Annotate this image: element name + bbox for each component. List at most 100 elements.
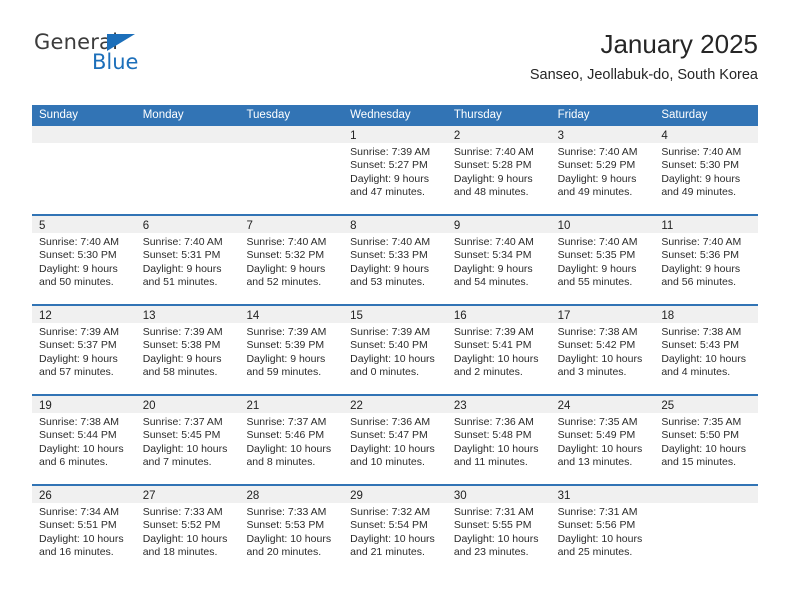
day-detail-line: and 47 minutes. [350, 186, 425, 199]
day-number-band: 16 [446, 306, 551, 323]
day-number-band: 6 [135, 216, 240, 233]
day-detail-line: Sunrise: 7:31 AM [453, 506, 534, 518]
day-detail-line: and 23 minutes. [453, 546, 529, 559]
day-detail-line: Sunset: 5:35 PM [557, 249, 636, 262]
day-cell-30[interactable]: 30 Sunrise: 7:31 AM Sunset: 5:55 PM Dayligh… [446, 486, 551, 574]
day-detail-line: and 48 minutes. [453, 186, 529, 199]
day-detail-line: Daylight: 10 hours [246, 532, 332, 545]
day-cell-7[interactable]: 7 Sunrise: 7:40 AM Sunset: 5:32 PM Daylight… [239, 216, 344, 304]
calendar-week-row: 1 Sunrise: 7:39 AM Sunset: 5:27 PM Daylight… [32, 126, 759, 214]
day-cell-17[interactable]: 17 Sunrise: 7:38 AM Sunset: 5:42 PM Dayligh… [550, 306, 655, 394]
day-detail-line: and 0 minutes. [350, 366, 420, 379]
day-detail-line: and 10 minutes. [350, 456, 425, 469]
day-cell-2[interactable]: 2 Sunrise: 7:40 AM Sunset: 5:28 PM Daylight… [446, 126, 551, 214]
day-number-band [239, 126, 344, 143]
day-detail-line: and 15 minutes. [661, 456, 737, 469]
day-number-band: 5 [32, 216, 136, 233]
day-details: Sunrise: 7:34 AM Sunset: 5:51 PM Daylight:… [32, 503, 136, 560]
day-details: Sunrise: 7:40 AM Sunset: 5:30 PM Daylight:… [654, 143, 758, 200]
day-details: Sunrise: 7:40 AM Sunset: 5:31 PM Daylight:… [136, 233, 240, 290]
day-detail-line: and 16 minutes. [39, 546, 114, 559]
day-detail-line: Daylight: 10 hours [142, 532, 228, 545]
day-detail-line: Daylight: 9 hours [350, 172, 429, 185]
day-number: 10 [557, 220, 571, 232]
day-detail-line: Sunrise: 7:33 AM [142, 506, 223, 518]
day-number-band: 3 [550, 126, 655, 143]
day-detail-line: Sunset: 5:47 PM [350, 429, 428, 442]
day-number-band: 24 [550, 396, 655, 413]
day-cell-16[interactable]: 16 Sunrise: 7:39 AM Sunset: 5:41 PM Dayligh… [446, 306, 551, 394]
day-cell-22[interactable]: 22 Sunrise: 7:36 AM Sunset: 5:47 PM Dayligh… [343, 396, 447, 484]
day-detail-line: Sunset: 5:55 PM [453, 519, 532, 532]
day-detail-line: and 18 minutes. [142, 546, 218, 559]
day-cell-6[interactable]: 6 Sunrise: 7:40 AM Sunset: 5:31 PM Daylight… [135, 216, 240, 304]
day-cell-4[interactable]: 4 Sunrise: 7:40 AM Sunset: 5:30 PM Daylight… [654, 126, 759, 214]
day-detail-line: Sunrise: 7:40 AM [661, 236, 742, 248]
day-cell-31[interactable]: 31 Sunrise: 7:31 AM Sunset: 5:56 PM Dayligh… [550, 486, 655, 574]
weekday-header-sunday: Sunday [39, 109, 79, 121]
day-detail-line: and 20 minutes. [246, 546, 322, 559]
day-detail-line: Sunset: 5:40 PM [350, 339, 428, 352]
day-detail-line: Sunrise: 7:40 AM [453, 236, 534, 248]
day-detail-line: Sunrise: 7:40 AM [557, 236, 638, 248]
day-detail-line: Sunset: 5:29 PM [557, 159, 636, 172]
day-detail-line: Sunrise: 7:39 AM [39, 326, 119, 338]
day-number: 27 [142, 490, 156, 502]
day-number-band: 8 [343, 216, 447, 233]
day-cell-29[interactable]: 29 Sunrise: 7:32 AM Sunset: 5:54 PM Dayligh… [343, 486, 447, 574]
day-cell-21[interactable]: 21 Sunrise: 7:37 AM Sunset: 5:46 PM Dayligh… [239, 396, 344, 484]
day-number-band: 10 [550, 216, 655, 233]
day-cell-3[interactable]: 3 Sunrise: 7:40 AM Sunset: 5:29 PM Daylight… [550, 126, 655, 214]
day-detail-line: Daylight: 10 hours [246, 442, 332, 455]
day-cell-15[interactable]: 15 Sunrise: 7:39 AM Sunset: 5:40 PM Dayligh… [343, 306, 447, 394]
day-cell-14[interactable]: 14 Sunrise: 7:39 AM Sunset: 5:39 PM Dayligh… [239, 306, 344, 394]
day-cell-20[interactable]: 20 Sunrise: 7:37 AM Sunset: 5:45 PM Dayligh… [135, 396, 240, 484]
day-detail-line: Daylight: 10 hours [39, 442, 124, 455]
day-cell-13[interactable]: 13 Sunrise: 7:39 AM Sunset: 5:38 PM Dayligh… [135, 306, 240, 394]
brand-logo[interactable]: General Blue [32, 28, 252, 88]
day-detail-line: Daylight: 10 hours [661, 442, 746, 455]
day-detail-line: Sunset: 5:53 PM [246, 519, 325, 532]
day-cell-24[interactable]: 24 Sunrise: 7:35 AM Sunset: 5:49 PM Dayligh… [550, 396, 655, 484]
day-detail-line: Daylight: 9 hours [350, 262, 429, 275]
day-cell-8[interactable]: 8 Sunrise: 7:40 AM Sunset: 5:33 PM Daylight… [343, 216, 447, 304]
day-detail-line: Sunrise: 7:32 AM [350, 506, 431, 518]
day-number-band: 27 [135, 486, 240, 503]
day-detail-line: Sunrise: 7:40 AM [246, 236, 327, 248]
day-cell-25[interactable]: 25 Sunrise: 7:35 AM Sunset: 5:50 PM Dayligh… [654, 396, 759, 484]
day-details: Sunrise: 7:40 AM Sunset: 5:35 PM Daylight:… [551, 233, 655, 290]
calendar-grid: Sunday Monday Tuesday Wednesday Thursday Frid… [32, 105, 759, 574]
day-number: 21 [246, 400, 260, 412]
day-cell-19[interactable]: 19 Sunrise: 7:38 AM Sunset: 5:44 PM Dayligh… [32, 396, 136, 484]
day-cell-5[interactable]: 5 Sunrise: 7:40 AM Sunset: 5:30 PM Daylight… [32, 216, 136, 304]
day-cell-9[interactable]: 9 Sunrise: 7:40 AM Sunset: 5:34 PM Daylight… [446, 216, 551, 304]
day-detail-line: and 25 minutes. [557, 546, 633, 559]
day-cell-11[interactable]: 11 Sunrise: 7:40 AM Sunset: 5:36 PM Dayligh… [654, 216, 759, 304]
day-cell-18[interactable]: 18 Sunrise: 7:38 AM Sunset: 5:43 PM Dayligh… [654, 306, 759, 394]
day-detail-line: Sunset: 5:32 PM [246, 249, 325, 262]
day-cell-12[interactable]: 12 Sunrise: 7:39 AM Sunset: 5:37 PM Dayligh… [32, 306, 136, 394]
day-details: Sunrise: 7:39 AM Sunset: 5:41 PM Daylight:… [447, 323, 551, 380]
day-detail-line: Sunset: 5:52 PM [142, 519, 221, 532]
day-cell-23[interactable]: 23 Sunrise: 7:36 AM Sunset: 5:48 PM Dayligh… [446, 396, 551, 484]
day-details: Sunrise: 7:31 AM Sunset: 5:56 PM Daylight:… [551, 503, 655, 560]
day-details: Sunrise: 7:37 AM Sunset: 5:45 PM Daylight:… [136, 413, 240, 470]
day-cell-28[interactable]: 28 Sunrise: 7:33 AM Sunset: 5:53 PM Dayligh… [239, 486, 344, 574]
day-cell-27[interactable]: 27 Sunrise: 7:33 AM Sunset: 5:52 PM Dayligh… [135, 486, 240, 574]
day-number-band: 23 [446, 396, 551, 413]
day-number-band: 20 [135, 396, 240, 413]
weekday-header-saturday: Saturday [661, 109, 708, 121]
day-detail-line: and 54 minutes. [453, 276, 529, 289]
day-detail-line: Daylight: 9 hours [142, 352, 222, 365]
day-number: 15 [350, 310, 363, 322]
day-cell-26[interactable]: 26 Sunrise: 7:34 AM Sunset: 5:51 PM Dayligh… [32, 486, 136, 574]
day-details: Sunrise: 7:40 AM Sunset: 5:34 PM Daylight:… [447, 233, 551, 290]
day-detail-line: Sunset: 5:30 PM [39, 249, 117, 262]
day-detail-line: Daylight: 10 hours [350, 442, 435, 455]
day-cell-10[interactable]: 10 Sunrise: 7:40 AM Sunset: 5:35 PM Dayligh… [550, 216, 655, 304]
day-detail-line: and 58 minutes. [142, 366, 218, 379]
page-title: January 2025 [600, 29, 758, 59]
weekday-header-row: Sunday Monday Tuesday Wednesday Thursday Frid… [32, 105, 758, 126]
day-details: Sunrise: 7:40 AM Sunset: 5:33 PM Daylight:… [343, 233, 447, 290]
day-cell-1[interactable]: 1 Sunrise: 7:39 AM Sunset: 5:27 PM Daylight… [343, 126, 447, 214]
